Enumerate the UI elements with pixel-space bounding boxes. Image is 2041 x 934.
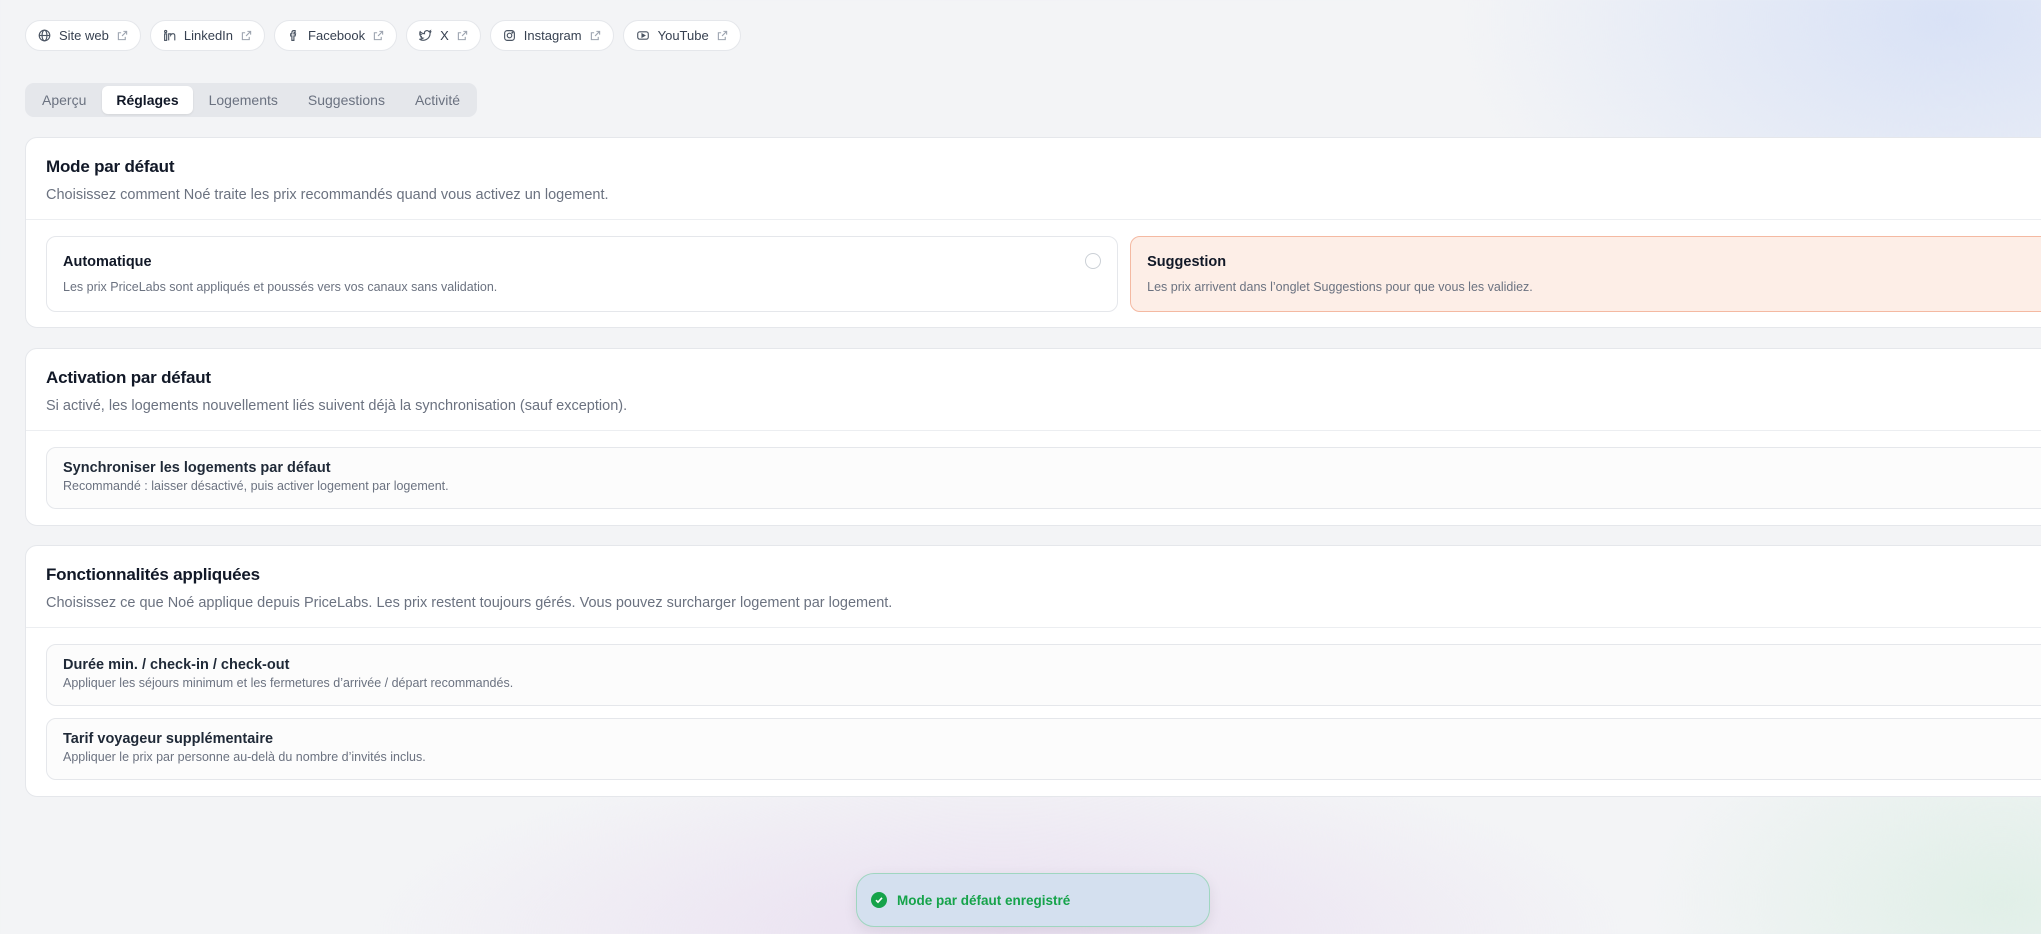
setting-description: Recommandé : laisser désactivé, puis act… bbox=[63, 479, 449, 493]
tab-bar: Aperçu Réglages Logements Suggestions Ac… bbox=[25, 83, 478, 117]
mode-options: Automatique Les prix PriceLabs sont appl… bbox=[46, 236, 2041, 312]
youtube-icon bbox=[636, 29, 650, 42]
external-link-icon bbox=[373, 30, 384, 41]
toast-message: Mode par défaut enregistré bbox=[897, 892, 1071, 908]
setting-title: Synchroniser les logements par défaut bbox=[63, 460, 331, 476]
card-description: Choisissez comment Noé traite les prix r… bbox=[46, 187, 609, 203]
mode-option-description: Les prix PriceLabs sont appliqués et pou… bbox=[63, 280, 498, 294]
social-link-linkedin[interactable]: LinkedIn bbox=[149, 20, 266, 51]
feature-min-stay[interactable]: Durée min. / check-in / check-out Appliq… bbox=[46, 644, 2041, 706]
social-link-label: Site web bbox=[59, 28, 109, 43]
tab-logements[interactable]: Logements bbox=[195, 86, 292, 114]
social-link-label: Instagram bbox=[523, 28, 582, 43]
external-link-icon bbox=[241, 30, 252, 41]
social-link-instagram[interactable]: Instagram bbox=[489, 20, 614, 51]
default-mode-card: Mode par défaut Choisissez comment Noé t… bbox=[25, 137, 2041, 328]
x-twitter-icon bbox=[419, 29, 432, 42]
tab-activite[interactable]: Activité bbox=[401, 86, 474, 114]
card-title: Activation par défaut bbox=[46, 368, 211, 387]
external-link-icon bbox=[457, 30, 468, 41]
feature-description: Appliquer les séjours minimum et les fer… bbox=[63, 676, 514, 690]
social-links: Site web LinkedIn Facebook X Instagram Y… bbox=[25, 20, 741, 51]
mode-option-suggestion[interactable]: Suggestion Les prix arrivent dans l’ongl… bbox=[1130, 236, 2041, 312]
social-link-label: YouTube bbox=[657, 28, 709, 43]
tab-reglages[interactable]: Réglages bbox=[102, 86, 193, 114]
mode-option-title: Suggestion bbox=[1147, 254, 1227, 270]
feature-extra-guest-fee[interactable]: Tarif voyageur supplémentaire Appliquer … bbox=[46, 718, 2041, 780]
card-title: Mode par défaut bbox=[46, 157, 175, 176]
facebook-icon bbox=[287, 29, 300, 42]
tab-suggestions[interactable]: Suggestions bbox=[294, 86, 399, 114]
social-link-youtube[interactable]: YouTube bbox=[622, 20, 741, 51]
tab-apercu[interactable]: Aperçu bbox=[28, 86, 100, 114]
card-body: Synchroniser les logements par défaut Re… bbox=[26, 431, 2041, 525]
mode-option-automatique[interactable]: Automatique Les prix PriceLabs sont appl… bbox=[46, 236, 1119, 312]
external-link-icon bbox=[590, 30, 601, 41]
social-link-label: Facebook bbox=[308, 28, 366, 43]
external-link-icon bbox=[117, 30, 128, 41]
feature-title: Tarif voyageur supplémentaire bbox=[63, 731, 274, 747]
card-body: Durée min. / check-in / check-out Appliq… bbox=[26, 628, 2041, 796]
card-body: Automatique Les prix PriceLabs sont appl… bbox=[26, 220, 2041, 328]
default-activation-card: Activation par défaut Si activé, les log… bbox=[25, 348, 2041, 526]
instagram-icon bbox=[503, 29, 516, 42]
card-header: Mode par défaut Choisissez comment Noé t… bbox=[26, 138, 2041, 220]
social-link-label: X bbox=[440, 28, 449, 43]
globe-icon bbox=[38, 29, 51, 42]
feature-title: Durée min. / check-in / check-out bbox=[63, 657, 290, 673]
features-card: Fonctionnalités appliquées Choisissez ce… bbox=[25, 545, 2041, 797]
card-header: Fonctionnalités appliquées Choisissez ce… bbox=[26, 546, 2041, 628]
linkedin-icon bbox=[163, 29, 176, 42]
external-link-icon bbox=[717, 30, 728, 41]
setting-sync-default[interactable]: Synchroniser les logements par défaut Re… bbox=[46, 447, 2041, 509]
check-circle-icon bbox=[871, 892, 887, 908]
social-link-facebook[interactable]: Facebook bbox=[274, 20, 398, 51]
success-toast: Mode par défaut enregistré bbox=[856, 873, 1210, 927]
feature-description: Appliquer le prix par personne au-delà d… bbox=[63, 750, 426, 764]
social-link-x[interactable]: X bbox=[406, 20, 481, 51]
card-header: Activation par défaut Si activé, les log… bbox=[26, 349, 2041, 431]
social-link-label: LinkedIn bbox=[183, 28, 234, 43]
card-description: Si activé, les logements nouvellement li… bbox=[46, 398, 628, 414]
card-description: Choisissez ce que Noé applique depuis Pr… bbox=[46, 595, 893, 611]
social-link-website[interactable]: Site web bbox=[25, 20, 141, 51]
mode-option-title: Automatique bbox=[63, 254, 152, 270]
card-title: Fonctionnalités appliquées bbox=[46, 565, 260, 584]
mode-option-description: Les prix arrivent dans l’onglet Suggesti… bbox=[1147, 280, 1533, 294]
